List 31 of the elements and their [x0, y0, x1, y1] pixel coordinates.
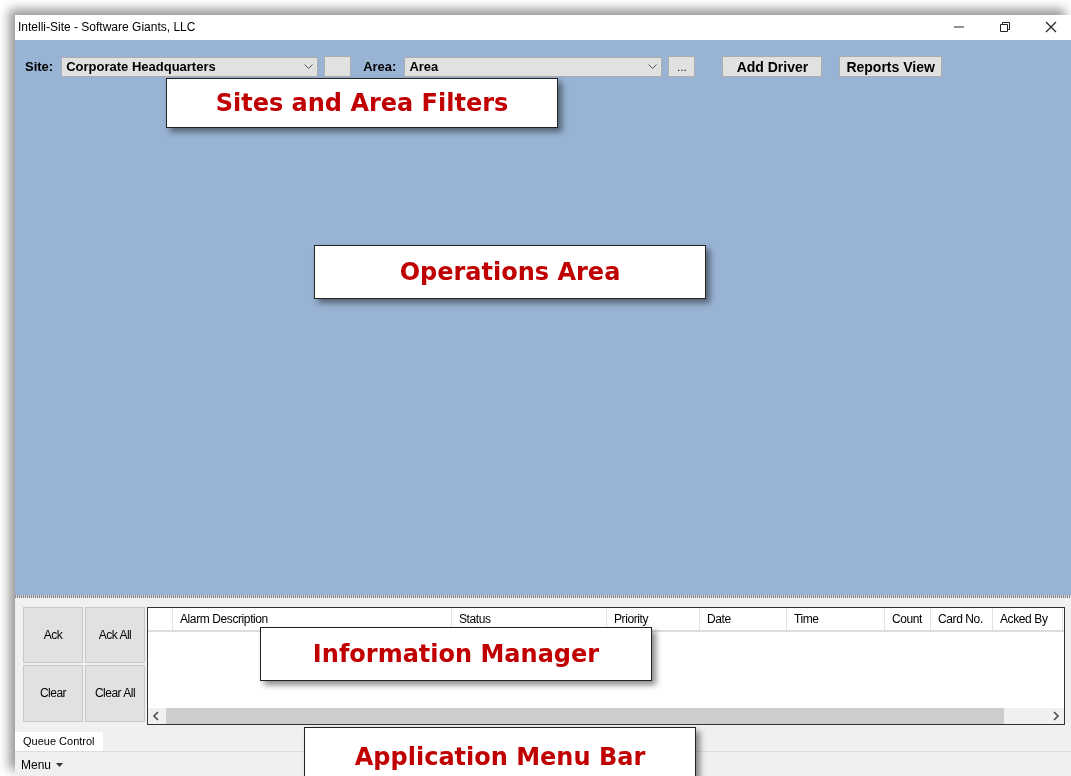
caret-icon	[56, 763, 64, 767]
queue-button[interactable]: Clear	[23, 664, 83, 722]
chevron-icon	[648, 63, 658, 70]
menu-button[interactable]: Menu	[21, 758, 64, 772]
horizontal-scrollbar[interactable]	[148, 708, 1064, 725]
column-header[interactable]: Card No.	[931, 607, 993, 630]
area-browse-button[interactable]: ...	[668, 56, 696, 78]
scroll-right-icon[interactable]	[1052, 711, 1060, 722]
callout-tooltip: Information Manager	[260, 627, 652, 681]
column-header[interactable]: Time	[787, 607, 885, 630]
queue-button[interactable]: Ack	[23, 606, 83, 663]
column-header[interactable]: Acked By	[993, 607, 1063, 630]
site-label: Site:	[25, 59, 54, 75]
callout-tooltip: Operations Area	[314, 245, 706, 299]
tab[interactable]: Queue Control	[15, 732, 103, 751]
callout-tooltip: Sites and Area Filters	[166, 78, 558, 128]
site-dropdown[interactable]: Corporate Headquarters	[61, 56, 319, 77]
toolbar-button[interactable]: Reports View	[839, 56, 942, 78]
area-dropdown[interactable]: Area	[404, 56, 663, 77]
callout-tooltip: Application Menu Bar	[304, 727, 696, 776]
scroll-left-icon[interactable]	[152, 711, 160, 722]
queue-button[interactable]: Ack All	[85, 606, 145, 663]
close-icon[interactable]	[1045, 21, 1057, 34]
column-header[interactable]: Count	[885, 607, 931, 630]
toolbar-button[interactable]: Add Driver	[722, 56, 823, 78]
column-header[interactable]: Date	[700, 607, 787, 630]
queue-button[interactable]: Clear All	[85, 664, 145, 722]
restore-icon[interactable]	[999, 21, 1011, 34]
area-label: Area:	[363, 59, 397, 75]
chevron-icon	[304, 63, 314, 70]
window-title: Intelli-Site - Software Giants, LLC	[18, 20, 196, 35]
